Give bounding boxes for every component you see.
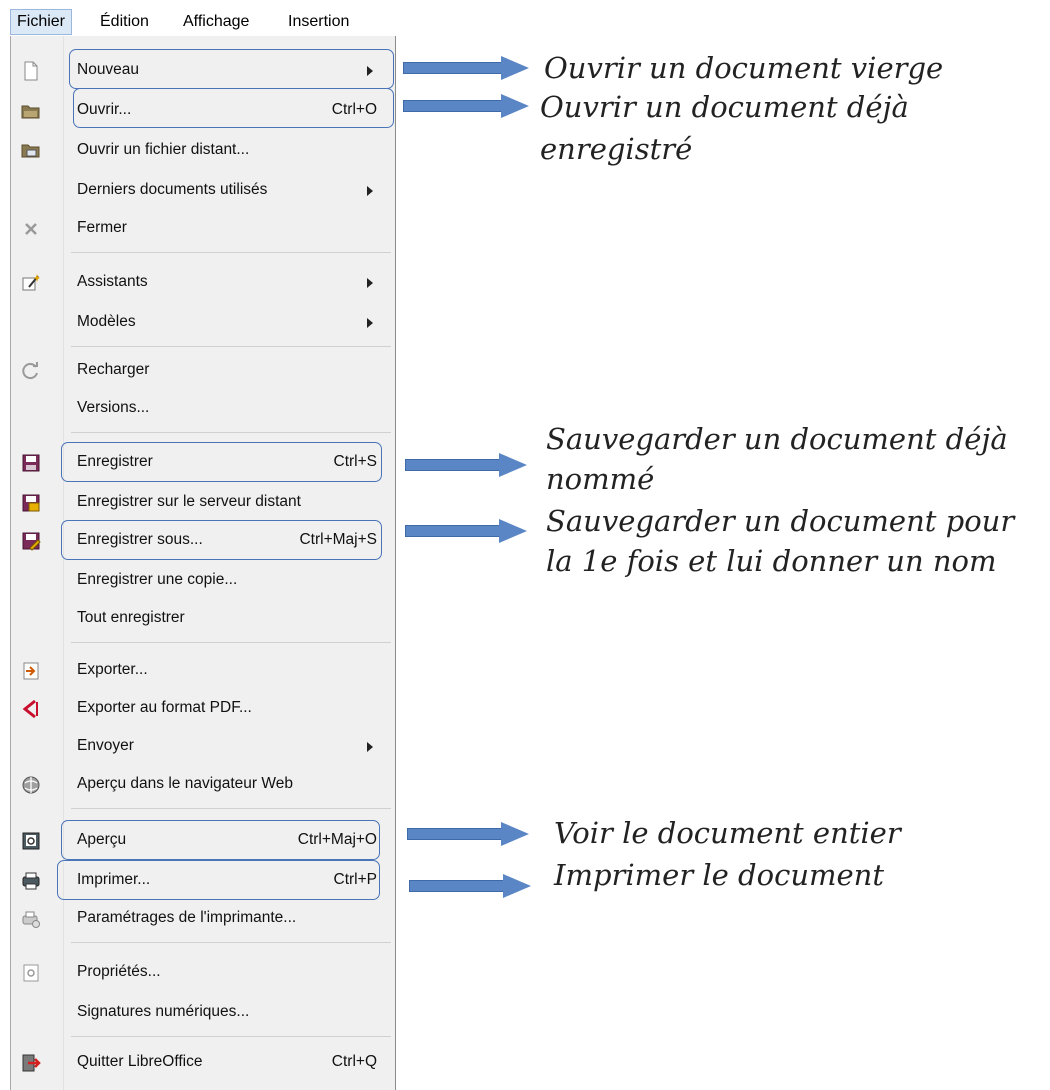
menu-separator [71, 252, 391, 253]
menu-item-exporter[interactable]: Exporter... [11, 654, 395, 686]
menu-item-label: Versions... [77, 399, 150, 416]
submenu-arrow-icon [367, 186, 373, 196]
menu-item-label: Quitter LibreOffice [77, 1053, 203, 1070]
new-document-icon [24, 61, 38, 81]
properties-icon [23, 964, 39, 982]
close-icon [25, 223, 37, 235]
menu-item-label: Envoyer [77, 737, 134, 754]
menu-item-label: Ouvrir un fichier distant... [77, 141, 250, 158]
arrow-enregistrer-sous [405, 519, 527, 543]
menu-separator [71, 432, 391, 433]
note-enregistrer-line1: Sauvegarder un document déjà [546, 422, 1008, 456]
submenu-arrow-icon [367, 318, 373, 328]
note-ouvrir-line2: enregistré [540, 132, 693, 166]
menu-bar: Fichier Édition Affichage Insertion [0, 0, 1050, 40]
export-icon [23, 662, 39, 680]
menu-item-enregistrer-serveur[interactable]: Enregistrer sur le serveur distant [11, 486, 395, 518]
highlight-enregistrer-sous [61, 520, 382, 560]
wizard-icon [22, 274, 40, 291]
print-preview-icon [22, 832, 40, 850]
menu-item-label: Enregistrer une copie... [77, 571, 238, 588]
menu-item-label: Tout enregistrer [77, 609, 185, 626]
save-as-icon [22, 532, 41, 551]
menu-affichage[interactable]: Affichage [177, 9, 255, 35]
menu-item-signatures[interactable]: Signatures numériques... [11, 996, 395, 1028]
arrow-imprimer [409, 874, 531, 898]
menu-item-label: Enregistrer sur le serveur distant [77, 493, 301, 510]
printer-icon [22, 872, 40, 890]
menu-separator [71, 942, 391, 943]
note-ouvrir-line1: Ouvrir un document déjà [540, 90, 909, 124]
menu-item-apercu-web[interactable]: Aperçu dans le navigateur Web [11, 768, 395, 800]
save-icon [22, 454, 40, 472]
menu-insertion[interactable]: Insertion [282, 9, 355, 35]
menu-item-label: Derniers documents utilisés [77, 181, 268, 198]
menu-fichier[interactable]: Fichier [10, 9, 73, 35]
menu-separator [71, 1036, 391, 1037]
menu-item-label: Exporter au format PDF... [77, 699, 252, 716]
menu-insertion-label: Insertion [288, 13, 350, 30]
menu-item-quitter[interactable]: Quitter LibreOffice Ctrl+Q [11, 1046, 395, 1078]
menu-edition[interactable]: Édition [94, 9, 155, 35]
submenu-arrow-icon [367, 278, 373, 288]
save-remote-icon [22, 494, 40, 512]
menu-item-label: Propriétés... [77, 963, 161, 980]
menu-item-label: Fermer [77, 219, 127, 236]
note-enregistrer-line2: nommé [546, 462, 655, 496]
menu-item-label: Assistants [77, 273, 148, 290]
arrow-ouvrir [403, 94, 529, 118]
menu-item-label: Signatures numériques... [77, 1003, 250, 1020]
shortcut-label: Ctrl+Q [331, 1053, 377, 1070]
menu-item-label: Exporter... [77, 661, 148, 678]
printer-settings-icon [22, 911, 40, 928]
menu-separator [71, 642, 391, 643]
menu-item-label: Aperçu dans le navigateur Web [77, 775, 293, 792]
folder-open-icon [21, 105, 40, 119]
arrow-enregistrer [405, 453, 527, 477]
note-apercu: Voir le document entier [554, 816, 901, 850]
menu-item-enregistrer-copie[interactable]: Enregistrer une copie... [11, 564, 395, 596]
menu-item-exporter-pdf[interactable]: Exporter au format PDF... [11, 692, 395, 724]
menu-separator [71, 808, 391, 809]
menu-item-fermer[interactable]: Fermer [11, 212, 395, 244]
note-nouveau: Ouvrir un document vierge [544, 51, 944, 85]
menu-item-ouvrir-distant[interactable]: Ouvrir un fichier distant... [11, 134, 395, 166]
menu-item-recharger[interactable]: Recharger [11, 354, 395, 386]
menu-item-proprietes[interactable]: Propriétés... [11, 956, 395, 988]
menu-separator [71, 346, 391, 347]
quit-icon [22, 1054, 41, 1072]
menu-item-label: Paramétrages de l'imprimante... [77, 909, 297, 926]
note-enregistrer-sous-line1: Sauvegarder un document pour [546, 504, 1015, 538]
highlight-nouveau [69, 49, 394, 89]
menu-fichier-label: Fichier [17, 13, 66, 30]
note-enregistrer-sous-line2: la 1e fois et lui donner un nom [546, 544, 997, 578]
arrow-apercu [407, 822, 529, 846]
highlight-ouvrir [73, 88, 394, 128]
fichier-dropdown: Nouveau Ouvrir... Ctrl+O Ouvrir un fichi… [10, 36, 396, 1090]
remote-folder-icon [21, 144, 40, 158]
menu-item-derniers-documents[interactable]: Derniers documents utilisés [11, 174, 395, 206]
reload-icon [22, 362, 38, 380]
web-preview-icon [22, 776, 40, 794]
menu-item-label: Recharger [77, 361, 150, 378]
menu-item-envoyer[interactable]: Envoyer [11, 730, 395, 762]
submenu-arrow-icon [367, 742, 373, 752]
note-imprimer: Imprimer le document [554, 858, 884, 892]
arrow-nouveau [403, 56, 529, 80]
highlight-apercu [61, 820, 380, 860]
menu-item-versions[interactable]: Versions... [11, 392, 395, 424]
highlight-imprimer [57, 860, 380, 900]
menu-item-assistants[interactable]: Assistants [11, 266, 395, 298]
menu-edition-label: Édition [100, 13, 149, 30]
pdf-icon [22, 699, 38, 719]
menu-item-label: Modèles [77, 313, 136, 330]
highlight-enregistrer [61, 442, 382, 482]
menu-affichage-label: Affichage [183, 13, 250, 30]
menu-item-parametrages-imprimante[interactable]: Paramétrages de l'imprimante... [11, 902, 395, 934]
menu-item-modeles[interactable]: Modèles [11, 306, 395, 338]
menu-item-tout-enregistrer[interactable]: Tout enregistrer [11, 602, 395, 634]
